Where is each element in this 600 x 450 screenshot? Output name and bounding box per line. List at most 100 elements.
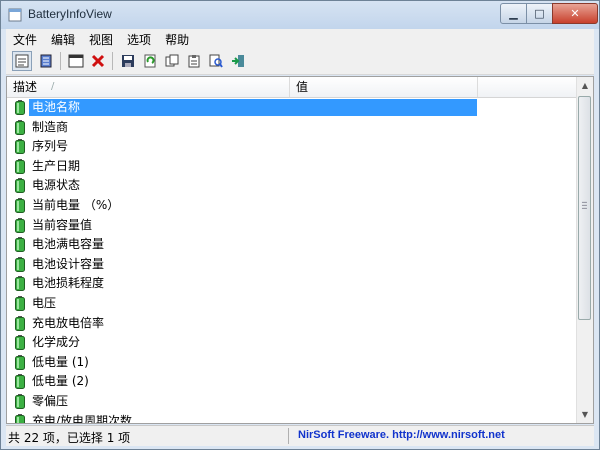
- battery-icon: [15, 354, 25, 370]
- find-icon: [209, 54, 223, 68]
- list-item[interactable]: 零偏压: [7, 392, 579, 412]
- status-divider: [288, 428, 289, 444]
- properties-button[interactable]: [12, 51, 32, 71]
- toolbar: [6, 48, 594, 75]
- save-button[interactable]: [118, 51, 138, 71]
- list-item-label: 电池设计容量: [32, 256, 105, 271]
- column-header-row: 描述 / 值: [7, 77, 579, 98]
- list-item-label: 零偏压: [32, 393, 69, 408]
- delete-icon: [91, 54, 105, 68]
- status-bar: 共 22 项，已选择 1 项 NirSoft Freeware. http://…: [6, 425, 594, 446]
- window-title: BatteryInfoView: [28, 7, 112, 21]
- column-header-description-label: 描述: [13, 80, 38, 94]
- battery-icon: [15, 315, 25, 331]
- list-item-label: 电池名称: [29, 99, 477, 116]
- list-item-label: 电池损耗程度: [32, 276, 105, 291]
- list-item[interactable]: 生产日期: [7, 157, 579, 177]
- menu-edit[interactable]: 编辑: [44, 29, 82, 48]
- list-item[interactable]: 电池损耗程度: [7, 274, 579, 294]
- list-item[interactable]: 充电/放电周期次数: [7, 412, 579, 424]
- column-header-description[interactable]: 描述 /: [7, 77, 290, 97]
- menu-file[interactable]: 文件: [6, 29, 44, 48]
- column-header-value[interactable]: 值: [290, 77, 478, 97]
- menu-options[interactable]: 选项: [120, 29, 158, 48]
- app-window: BatteryInfoView ▁ □ ✕ 文件 编辑 视图 选项 帮助 描述 …: [0, 0, 600, 450]
- list-item-label: 电压: [32, 295, 57, 310]
- clipboard-button[interactable]: [184, 51, 204, 71]
- maximize-button[interactable]: □: [526, 3, 553, 24]
- copy-icon: [165, 54, 179, 67]
- battery-icon: [15, 393, 25, 409]
- battery-icon: [15, 119, 25, 135]
- list-item[interactable]: 电源状态: [7, 176, 579, 196]
- refresh-icon: [144, 54, 156, 68]
- battery-icon: [15, 158, 25, 174]
- scroll-down-button[interactable]: ▼: [577, 406, 593, 423]
- list-item-label: 充电放电倍率: [32, 315, 105, 330]
- copy-button[interactable]: [162, 51, 182, 71]
- scroll-up-button[interactable]: ▲: [577, 77, 593, 94]
- status-item-count: 共 22 项，已选择 1 项: [8, 431, 131, 445]
- list-item-label: 制造商: [32, 119, 69, 134]
- clipboard-icon: [188, 55, 200, 68]
- battery-icon: [15, 256, 25, 272]
- battery-icon: [15, 276, 25, 292]
- list-item[interactable]: 低电量 (2): [7, 372, 579, 392]
- sort-indicator-icon: /: [51, 81, 55, 92]
- minimize-icon: ▁: [509, 7, 518, 20]
- list-item-label: 低电量 (2): [32, 374, 89, 389]
- vertical-scrollbar[interactable]: ▲ ─ ─ ─ ▼: [576, 77, 593, 423]
- title-bar[interactable]: BatteryInfoView ▁ □ ✕: [1, 1, 599, 29]
- list-item-label: 充电/放电周期次数: [32, 413, 133, 424]
- list-item[interactable]: 电池满电容量: [7, 235, 579, 255]
- close-icon: ✕: [570, 7, 580, 20]
- list-rows: 电池名称制造商序列号 生产日期电源状态 当前电量 （%） 当前容量值 电池满电容量 电池设…: [7, 98, 579, 424]
- refresh-button[interactable]: [140, 51, 160, 71]
- list-item[interactable]: 电池设计容量: [7, 255, 579, 275]
- toolbar-separator: [112, 52, 113, 70]
- list-item[interactable]: 充电放电倍率: [7, 314, 579, 334]
- list-item[interactable]: 电压: [7, 294, 579, 314]
- list-item[interactable]: 低电量 (1): [7, 353, 579, 373]
- scrollbar-thumb[interactable]: ─ ─ ─: [578, 96, 591, 320]
- html-report-icon: [40, 54, 52, 68]
- save-icon: [122, 55, 134, 67]
- toolbar-separator: [60, 52, 61, 70]
- list-item[interactable]: 化学成分: [7, 333, 579, 353]
- list-item[interactable]: 序列号: [7, 137, 579, 157]
- maximize-icon: □: [534, 7, 545, 20]
- close-button[interactable]: ✕: [552, 3, 598, 24]
- list-item[interactable]: 当前电量 （%）: [7, 196, 579, 216]
- list-item-label: 化学成分: [32, 335, 81, 350]
- menu-view[interactable]: 视图: [82, 29, 120, 48]
- battery-icon: [15, 374, 25, 390]
- list-item[interactable]: 当前容量值: [7, 216, 579, 236]
- nirsoft-link[interactable]: NirSoft Freeware. http://www.nirsoft.net: [298, 429, 505, 441]
- battery-icon: [15, 295, 25, 311]
- html-report-button[interactable]: [36, 51, 56, 71]
- battery-icon: [15, 237, 25, 253]
- window-button[interactable]: [66, 51, 86, 71]
- scrollbar-grip-icon: ─ ─ ─: [582, 198, 587, 213]
- battery-icon: [15, 217, 25, 233]
- delete-button[interactable]: [88, 51, 108, 71]
- exit-button[interactable]: [228, 51, 248, 71]
- battery-icon: [15, 335, 25, 351]
- list-item-label: 低电量 (1): [32, 354, 89, 369]
- list-item-label: 生产日期: [32, 158, 81, 173]
- list-item[interactable]: 电池名称: [7, 98, 579, 118]
- find-button[interactable]: [206, 51, 226, 71]
- scroll-up-arrow-icon: ▲: [581, 81, 589, 90]
- exit-icon: [232, 55, 244, 67]
- battery-info-list[interactable]: 描述 / 值 电池名称 制造商 序列号 生产日期 电源状态 当前电量 （%） 当前容量值 电池…: [6, 76, 594, 424]
- menu-help[interactable]: 帮助: [158, 29, 196, 48]
- list-item-label: 电池满电容量: [32, 237, 105, 252]
- battery-icon: [15, 100, 25, 115]
- battery-icon: [15, 178, 25, 194]
- app-icon: [8, 8, 22, 22]
- minimize-button[interactable]: ▁: [500, 3, 527, 24]
- menu-bar: 文件 编辑 视图 选项 帮助: [6, 29, 594, 48]
- properties-icon: [15, 54, 29, 68]
- list-item-label: 当前电量 （%）: [32, 197, 120, 212]
- list-item[interactable]: 制造商: [7, 118, 579, 138]
